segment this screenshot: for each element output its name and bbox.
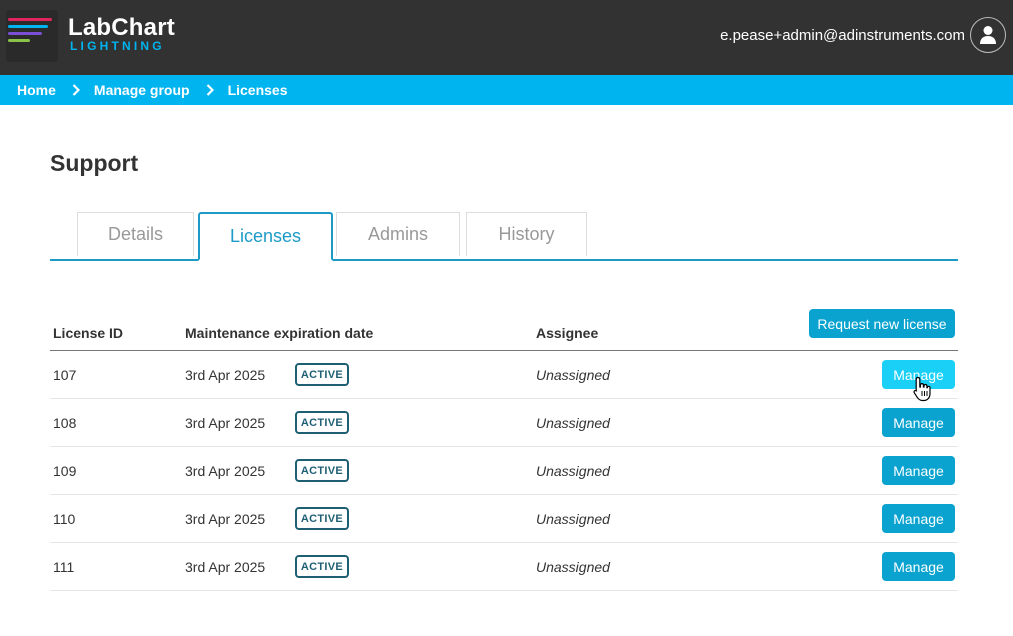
user-email[interactable]: e.pease+admin@adinstruments.com — [720, 26, 965, 46]
license-id: 111 — [53, 559, 75, 575]
tab-licenses[interactable]: Licenses — [198, 212, 333, 261]
expiration-date: 3rd Apr 2025 — [185, 463, 266, 479]
manage-button[interactable]: Manage — [882, 552, 955, 581]
table-row: 111 3rd Apr 2025 ACTIVE Unassigned Manag… — [50, 543, 958, 591]
breadcrumb-licenses[interactable]: Licenses — [228, 82, 288, 98]
status-badge: ACTIVE — [295, 459, 349, 482]
top-header: LabChart LIGHTNING e.pease+admin@adinstr… — [0, 0, 1013, 75]
chevron-right-icon — [206, 84, 214, 96]
tab-admins[interactable]: Admins — [336, 212, 460, 256]
column-header-expiration: Maintenance expiration date — [185, 325, 374, 341]
user-avatar-button[interactable] — [970, 17, 1006, 53]
column-header-assignee: Assignee — [536, 325, 599, 341]
logo-subtitle: LIGHTNING — [70, 39, 165, 53]
breadcrumb-manage-group[interactable]: Manage group — [94, 82, 190, 98]
license-id: 110 — [53, 511, 76, 527]
breadcrumb: Home Manage group Licenses — [0, 75, 1013, 105]
status-badge: ACTIVE — [295, 411, 349, 434]
assignee: Unassigned — [536, 463, 610, 479]
logo-wordmark: LabChart — [68, 14, 175, 41]
license-id: 108 — [53, 415, 77, 431]
manage-button[interactable]: Manage — [882, 456, 955, 485]
assignee: Unassigned — [536, 367, 610, 383]
license-id: 109 — [53, 463, 77, 479]
expiration-date: 3rd Apr 2025 — [185, 559, 266, 575]
status-badge: ACTIVE — [295, 363, 349, 386]
labchart-logo[interactable]: LabChart LIGHTNING — [6, 10, 206, 62]
breadcrumb-home[interactable]: Home — [17, 82, 56, 98]
user-icon — [980, 26, 996, 44]
status-badge: ACTIVE — [295, 555, 349, 578]
column-header-license-id: License ID — [53, 325, 124, 341]
hand-pointer-cursor-icon — [913, 376, 931, 402]
manage-button[interactable]: Manage — [882, 504, 955, 533]
chevron-right-icon — [72, 84, 80, 96]
assignee: Unassigned — [536, 511, 610, 527]
tab-bar: Details Licenses Admins History — [50, 212, 958, 261]
table-row: 108 3rd Apr 2025 ACTIVE Unassigned Manag… — [50, 399, 958, 447]
tab-history[interactable]: History — [466, 212, 587, 256]
assignee: Unassigned — [536, 415, 610, 431]
assignee: Unassigned — [536, 559, 610, 575]
request-new-license-button[interactable]: Request new license — [809, 309, 955, 338]
expiration-date: 3rd Apr 2025 — [185, 367, 266, 383]
logo-mark-icon — [6, 10, 58, 62]
expiration-date: 3rd Apr 2025 — [185, 511, 266, 527]
manage-button[interactable]: Manage — [882, 408, 955, 437]
table-row: 109 3rd Apr 2025 ACTIVE Unassigned Manag… — [50, 447, 958, 495]
table-row: 107 3rd Apr 2025 ACTIVE Unassigned Manag… — [50, 351, 958, 399]
table-row: 110 3rd Apr 2025 ACTIVE Unassigned Manag… — [50, 495, 958, 543]
page-title: Support — [50, 150, 139, 176]
license-id: 107 — [53, 367, 77, 383]
status-badge: ACTIVE — [295, 507, 349, 530]
tab-details[interactable]: Details — [77, 212, 194, 256]
expiration-date: 3rd Apr 2025 — [185, 415, 266, 431]
